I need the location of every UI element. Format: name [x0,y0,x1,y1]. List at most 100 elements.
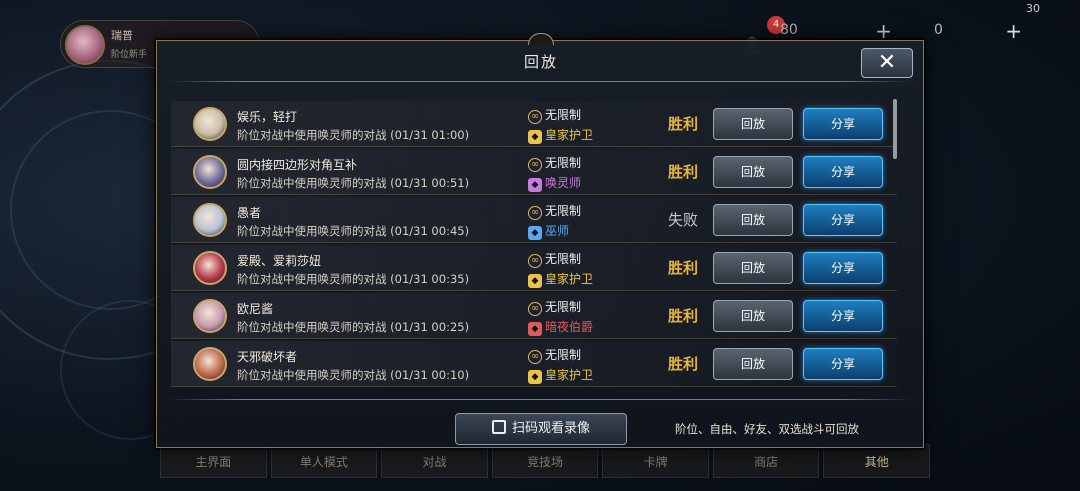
match-result: 胜利 [668,115,699,133]
share-button[interactable]: 分享 [803,252,883,284]
rule-badge: ∞ 无限制 [528,298,581,316]
share-button[interactable]: 分享 [803,300,883,332]
rule-label: 无限制 [545,348,582,362]
match-result: 失败 [668,211,699,229]
share-button[interactable]: 分享 [803,204,883,236]
class-label: 巫师 [545,224,570,238]
replay-footnote: 阶位、自由、好友、双选战斗可回放 [675,422,859,436]
opponent-avatar [193,203,227,237]
rule-badge: ∞ 无限制 [528,250,581,268]
replay-list[interactable]: 娱乐，轻打 阶位对战中使用唤灵师的对战 (01/31 01:00) ∞ 无限制 ◆ 皇家护… [171,101,897,395]
unlimited-icon: ∞ [528,110,542,124]
match-result: 胜利 [668,259,699,277]
class-badge: ◆ 唤灵师 [528,174,581,192]
class-label: 皇家护卫 [545,368,594,382]
opponent-avatar [193,251,227,285]
class-icon: ◆ [528,322,542,336]
class-icon: ◆ [528,370,542,384]
nav-battle[interactable]: 对战 [381,444,488,478]
replay-row: 天邪破坏者阶位对战中使用唤灵师的对战 (01/31 00:10) ∞ 无限制 ◆ 皇家护… [171,341,897,387]
replay-button[interactable]: 回放 [713,300,793,332]
unlimited-icon: ∞ [528,302,542,316]
match-description: 阶位对战中使用唤灵师的对战 (01/31 00:25) [237,320,470,334]
rule-badge: ∞ 无限制 [528,346,581,364]
class-icon: ◆ [528,226,542,240]
opponent-avatar [193,347,227,381]
rule-label: 无限制 [545,300,582,314]
player-name: 瑞普 [111,29,133,42]
class-badge: ◆ 暗夜伯爵 [528,318,593,336]
player-avatar [65,25,105,65]
scan-qr-button[interactable]: 扫码观看录像 [455,413,627,445]
match-description: 阶位对战中使用唤灵师的对战 (01/31 00:10) [237,368,470,382]
close-button[interactable]: ✕ [861,48,913,78]
class-icon: ◆ [528,130,542,144]
match-description: 阶位对战中使用唤灵师的对战 (01/31 00:51) [237,176,470,190]
class-badge: ◆ 巫师 [528,222,569,240]
rule-badge: ∞ 无限制 [528,202,581,220]
nav-arena[interactable]: 竞技场 [491,444,599,478]
class-badge: ◆ 皇家护卫 [528,366,593,384]
replay-dialog: 回放 ✕ 娱乐，轻打 阶位对战中使用唤灵师的对战 (01/31 01:00) ∞ 无限… [156,33,924,448]
rule-label: 无限制 [545,108,582,122]
class-label: 皇家护卫 [545,128,594,142]
title-divider [167,81,913,82]
class-label: 皇家护卫 [545,272,594,286]
class-badge: ◆ 皇家护卫 [528,126,593,144]
nav-solo[interactable]: 单人模式 [270,444,378,478]
match-result: 胜利 [668,355,699,373]
unlimited-icon: ∞ [528,254,542,268]
nav-shop[interactable]: 商店 [712,444,820,478]
rule-label: 无限制 [545,156,582,170]
class-label: 暗夜伯爵 [545,320,594,334]
opponent-name: 天邪破坏者 [237,350,298,364]
opponent-avatar [193,299,227,333]
replay-button[interactable]: 回放 [713,156,793,188]
qr-scan-icon [491,420,506,434]
add-gem-button[interactable]: + [1005,19,1022,43]
replay-row: 欧尼酱 阶位对战中使用唤灵师的对战 (01/31 00:25) ∞ 无限制 ◆ 暗夜伯爵胜… [171,293,897,339]
nav-home[interactable]: 主界面 [160,444,267,478]
opponent-name: 爱殿、爱莉莎妞 [237,254,322,268]
unlimited-icon: ∞ [528,206,542,220]
bottom-nav: 主界面 单人模式 对战 竞技场 卡牌 商店 其他 [160,444,931,478]
unlimited-icon: ∞ [528,158,542,172]
replay-button[interactable]: 回放 [713,348,793,380]
opponent-avatar [193,107,227,141]
rule-badge: ∞ 无限制 [528,154,581,172]
share-button[interactable]: 分享 [803,348,883,380]
match-description: 阶位对战中使用唤灵师的对战 (01/31 00:45) [237,224,470,238]
class-badge: ◆ 皇家护卫 [528,270,593,288]
match-result: 胜利 [668,163,699,181]
gold-counter: 80 + [780,19,900,43]
rule-badge: ∞ 无限制 [528,106,581,124]
opponent-avatar [193,155,227,189]
replay-button[interactable]: 回放 [713,204,793,236]
replay-button[interactable]: 回放 [713,252,793,284]
rule-label: 无限制 [545,252,582,266]
nav-other[interactable]: 其他 [823,444,931,478]
gold-value: 80 [780,22,798,38]
battery-indicator: 30 [1026,2,1040,15]
class-label: 唤灵师 [545,176,582,190]
match-description: 阶位对战中使用唤灵师的对战 (01/31 01:00) [237,128,470,142]
nav-cards[interactable]: 卡牌 [602,444,709,478]
scan-label: 扫码观看录像 [511,421,590,436]
replay-row: 愚者 阶位对战中使用唤灵师的对战 (01/31 00:45) ∞ 无限制 ◆ 巫师 失败 回放… [171,197,897,243]
class-icon: ◆ [528,178,542,192]
match-result: 胜利 [668,307,699,325]
share-button[interactable]: 分享 [803,108,883,140]
rule-label: 无限制 [545,204,582,218]
list-divider [167,399,913,400]
gem-value: 0 [934,22,943,38]
match-description: 阶位对战中使用唤灵师的对战 (01/31 00:35) [237,272,470,286]
player-rank: 阶位新手 [111,50,148,60]
dialog-title: 回放 [523,53,558,71]
share-button[interactable]: 分享 [803,156,883,188]
list-scrollbar[interactable] [893,99,897,159]
replay-button[interactable]: 回放 [713,108,793,140]
opponent-name: 娱乐，轻打 [237,110,298,124]
opponent-name: 圆内接四边形对角互补 [237,158,358,172]
class-icon: ◆ [528,274,542,288]
replay-row: 娱乐，轻打 阶位对战中使用唤灵师的对战 (01/31 01:00) ∞ 无限制 ◆ 皇家护… [171,101,897,147]
